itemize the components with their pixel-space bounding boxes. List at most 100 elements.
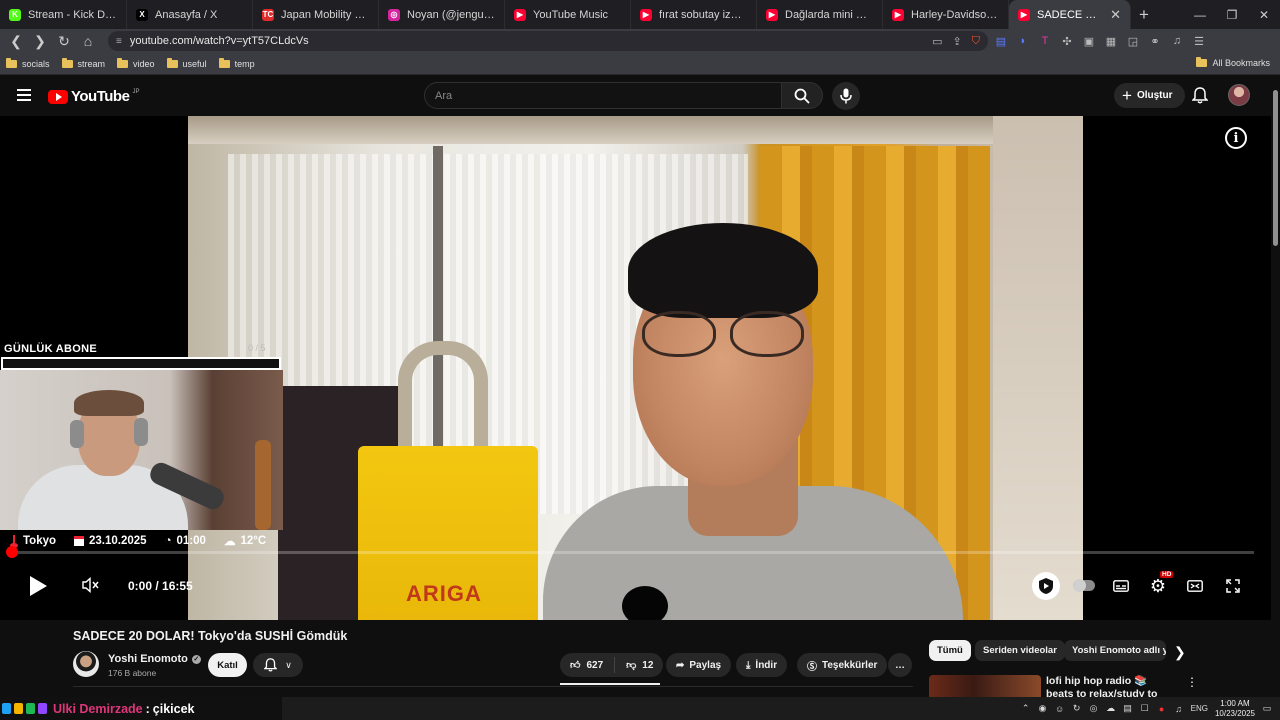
home-icon[interactable]: ⌂ <box>78 31 98 51</box>
hd-badge: HD <box>1160 571 1174 578</box>
bookmark-folder[interactable]: stream <box>61 57 105 69</box>
scrubber-handle[interactable] <box>6 546 18 558</box>
bookmark-folder[interactable]: socials <box>6 57 50 69</box>
language-indicator[interactable]: ENG <box>1191 704 1208 713</box>
site-settings-icon[interactable]: ≡ <box>116 36 122 47</box>
maximize-button[interactable]: ❐ <box>1216 0 1248 29</box>
account-avatar[interactable] <box>1228 84 1250 106</box>
minimize-button[interactable]: — <box>1184 0 1216 29</box>
bookmark-folder[interactable]: video <box>117 57 155 69</box>
browser-tab[interactable]: ▶ fırat sobutay izmir - YouTu <box>631 0 757 29</box>
fullscreen-icon[interactable] <box>1222 575 1244 597</box>
close-tab-icon[interactable]: ✕ <box>1110 7 1121 23</box>
subscription-bell-button[interactable]: ∨ <box>253 653 303 677</box>
thanks-button[interactable]: Ⓢ Teşekkürler <box>797 653 888 677</box>
dislike-button[interactable]: 👎︎ 12 <box>626 659 653 672</box>
download-button[interactable]: ⤓ İndir <box>736 653 788 677</box>
browser-tab[interactable]: ▶ Harley-Davidson 883 Iron <box>883 0 1009 29</box>
search-input[interactable] <box>435 89 781 102</box>
network-icon[interactable]: ▤ <box>1123 703 1133 714</box>
tab-favicon-icon: ◎ <box>388 8 400 21</box>
chip-channel[interactable]: Yoshi Enomoto adlı yü <box>1064 640 1166 661</box>
steam-icon[interactable]: ◉ <box>1038 703 1048 714</box>
page-scrollbar[interactable] <box>1271 76 1280 697</box>
microphone-icon[interactable]: ☐ <box>1140 703 1150 714</box>
badge-icon <box>38 703 47 714</box>
share-page-icon[interactable]: ⇪ <box>953 35 962 48</box>
youtube-logo[interactable]: YouTube JP <box>48 88 139 105</box>
divider <box>73 686 913 687</box>
extensions-icon[interactable]: ✣ <box>1058 32 1076 50</box>
browser-tab[interactable]: ▶ Dağlarda mini arabada tek <box>757 0 883 29</box>
more-vertical-icon[interactable]: ⋮ <box>1186 675 1198 689</box>
browser-tab[interactable]: ▶ SADECE 20 DOLAR! To ✕ <box>1009 0 1131 29</box>
menu-icon[interactable] <box>17 89 31 101</box>
muted-volume-icon[interactable] <box>82 576 102 595</box>
sponsorblock-icon[interactable] <box>1032 572 1060 600</box>
browser-tab[interactable]: K Stream - Kick Dashboard <box>0 0 127 29</box>
cloud-icon[interactable]: ☁ <box>1106 703 1116 714</box>
media-icon[interactable]: ♫ <box>1168 32 1186 50</box>
share-button[interactable]: ➦ Paylaş <box>666 653 732 677</box>
pip-icon[interactable]: ◲ <box>1124 32 1142 50</box>
play-icon[interactable] <box>30 576 47 596</box>
close-window-button[interactable]: ✕ <box>1248 0 1280 29</box>
create-button[interactable]: + Oluştur <box>1114 83 1185 108</box>
speaker-icon[interactable]: ♫ <box>1174 704 1184 714</box>
new-tab-button[interactable]: + <box>1131 5 1157 25</box>
notifications-button[interactable] <box>1191 87 1209 109</box>
browser-tab[interactable]: ◎ Noyan (@jenguel_) • Insta <box>379 0 505 29</box>
sync-icon[interactable]: ↻ <box>1072 703 1082 714</box>
forward-icon[interactable]: ❯ <box>30 31 50 51</box>
bookmark-folder[interactable]: useful <box>166 57 207 69</box>
voice-search-button[interactable] <box>832 82 860 110</box>
more-actions-button[interactable]: … <box>888 653 912 677</box>
miniplayer-icon[interactable] <box>1184 575 1206 597</box>
video-player[interactable]: ARIGA i GÜNLÜK ABONE 0 / 5 Tokyo 23.10.2… <box>0 116 1280 620</box>
player-controls: 0:00 / 16:55 ⚙ HD <box>0 568 1280 604</box>
scroll-thumb[interactable] <box>1273 90 1278 246</box>
chip-series[interactable]: Seriden videolar <box>975 640 1065 661</box>
brave-shield-icon[interactable]: ⛉ <box>972 35 980 48</box>
more-icon: … <box>895 659 905 671</box>
bookmark-folder[interactable]: temp <box>218 57 255 69</box>
all-bookmarks[interactable]: All Bookmarks <box>1196 57 1270 68</box>
browser-tab[interactable]: TC Japan Mobility Show, Early <box>253 0 379 29</box>
subtitles-icon[interactable] <box>1110 575 1132 597</box>
search-button[interactable] <box>781 82 823 109</box>
settings-gear-icon[interactable]: ⚙ <box>1147 575 1169 597</box>
record-icon[interactable]: ● <box>1157 704 1167 714</box>
tab-favicon-icon: ▶ <box>766 8 778 21</box>
taskbar-clock[interactable]: 1:00 AM 10/23/2025 <box>1215 699 1255 719</box>
browser-menu-icon[interactable]: ☰ <box>1190 32 1208 50</box>
sidebar-toggle-icon[interactable]: ▣ <box>1080 32 1098 50</box>
video-progress-bar[interactable] <box>6 546 1254 558</box>
notifications-icon[interactable]: ▭ <box>1262 703 1272 714</box>
cast-icon[interactable]: ▭ <box>932 35 942 48</box>
browser-tab[interactable]: ▶ YouTube Music <box>505 0 631 29</box>
extension-t-icon[interactable]: T <box>1036 32 1054 50</box>
chevron-right-icon[interactable]: ❯ <box>1174 644 1186 661</box>
link-icon[interactable]: ⚭ <box>1146 32 1164 50</box>
chevron-up-icon[interactable]: ⌃ <box>1021 703 1031 714</box>
like-button[interactable]: 👍︎ 627 <box>570 659 603 672</box>
download-icon: ⤓ <box>746 659 751 671</box>
extension-audio-icon[interactable]: ◗ <box>1014 32 1032 50</box>
reload-icon[interactable]: ↻ <box>54 31 74 51</box>
info-icon[interactable]: i <box>1225 127 1247 149</box>
verified-icon: ✓ <box>191 654 201 664</box>
url-field[interactable]: ≡ youtube.com/watch?v=ytT57CLdcVs ▭ ⇪ ⛉ <box>108 31 988 51</box>
chat-overlay: Ulki Demirzade : çikicek <box>0 697 282 720</box>
discord-icon[interactable]: ☺ <box>1055 704 1065 714</box>
tab-label: SADECE 20 DOLAR! To <box>1037 8 1098 21</box>
channel-name[interactable]: Yoshi Enomoto ✓ <box>108 653 201 665</box>
reading-list-icon[interactable]: ▦ <box>1102 32 1120 50</box>
extension-reader-icon[interactable]: ▤ <box>992 32 1010 50</box>
chip-all[interactable]: Tümü <box>929 640 971 661</box>
back-icon[interactable]: ❮ <box>6 31 26 51</box>
join-button[interactable]: Katıl <box>208 653 247 677</box>
autoplay-toggle[interactable] <box>1073 579 1095 592</box>
globe-icon[interactable]: ◎ <box>1089 703 1099 714</box>
browser-tab[interactable]: X Anasayfa / X <box>127 0 253 29</box>
channel-avatar[interactable] <box>73 651 99 677</box>
